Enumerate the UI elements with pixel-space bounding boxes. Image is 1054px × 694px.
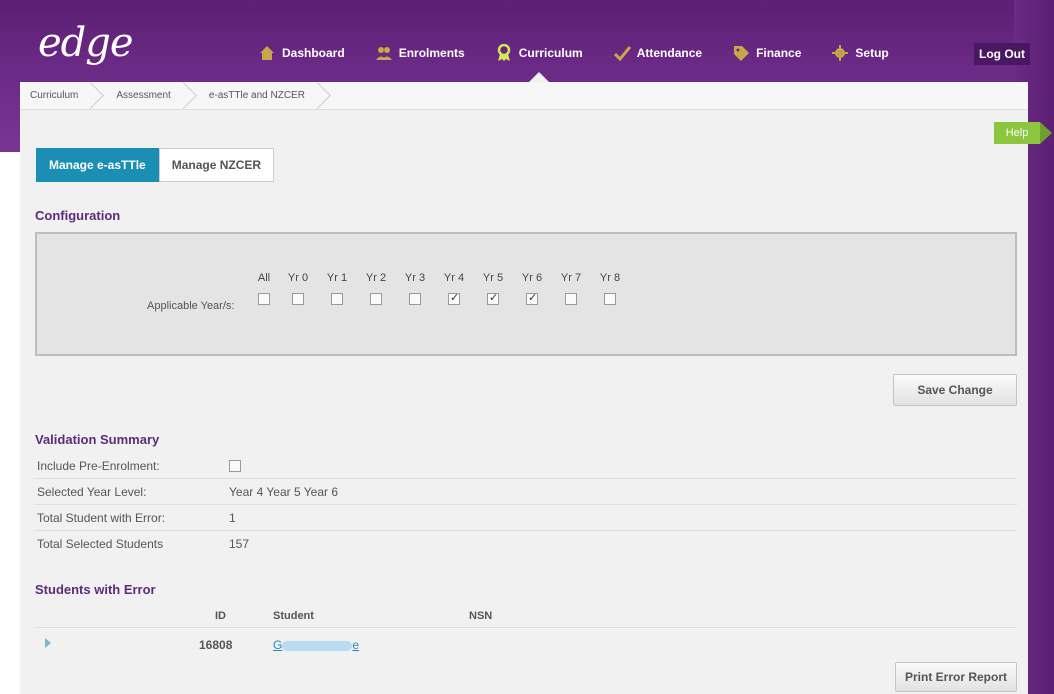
redacted-name [282, 640, 353, 651]
students-with-error-heading: Students with Error [35, 582, 156, 597]
nav-finance-label: Finance [756, 46, 802, 60]
help-tab-tail [1040, 122, 1052, 144]
nav-dashboard[interactable]: Dashboard [258, 38, 345, 68]
year-column: Yr 6 [517, 272, 547, 305]
breadcrumb-label: Curriculum [30, 90, 79, 101]
include-pre-enrolment-row: Include Pre-Enrolment: [35, 453, 1017, 479]
selected-year-label: Selected Year Level: [37, 484, 147, 499]
total-error-value: 1 [229, 510, 236, 525]
column-student: Student [273, 610, 314, 622]
total-error-row: Total Student with Error: 1 [35, 505, 1017, 531]
breadcrumb-item-assessment[interactable]: Assessment [94, 82, 186, 110]
year-label: Yr 3 [404, 272, 426, 284]
people-icon [375, 47, 392, 60]
year-column: Yr 8 [595, 272, 625, 305]
tab-bar: Manage e-asTTle Manage NZCER [36, 148, 275, 182]
nav-enrolments[interactable]: Enrolments [375, 38, 465, 68]
year-label: Yr 2 [365, 272, 387, 284]
year-column: Yr 0 [283, 272, 313, 305]
year-label: Yr 7 [560, 272, 582, 284]
tab-manage-easttle[interactable]: Manage e-asTTle [36, 148, 159, 182]
error-table-header: ID Student NSN [35, 602, 1017, 628]
year-checkbox[interactable] [565, 292, 577, 305]
gear-icon [832, 45, 849, 61]
student-last-letter: e [352, 638, 360, 652]
total-selected-value: 157 [229, 537, 250, 551]
year-checkbox[interactable] [292, 292, 304, 305]
table-row: 16808 Ge [35, 632, 1017, 660]
nav-attendance[interactable]: Attendance [613, 38, 702, 68]
save-change-button[interactable]: Save Change [893, 374, 1017, 406]
year-checkbox[interactable] [487, 291, 499, 305]
column-id: ID [215, 610, 226, 622]
row-id: 16808 [199, 638, 233, 652]
year-column: Yr 7 [556, 272, 586, 305]
include-pre-enrolment-label: Include Pre-Enrolment: [37, 458, 160, 473]
print-error-report-button[interactable]: Print Error Report [895, 662, 1017, 692]
year-label: Yr 1 [326, 272, 348, 284]
student-first-initial: G [273, 638, 283, 652]
nav-dashboard-label: Dashboard [282, 46, 345, 60]
breadcrumb-label: e-asTTle and NZCER [208, 90, 305, 101]
year-checkbox[interactable] [604, 292, 616, 305]
nav-attendance-label: Attendance [636, 46, 703, 60]
year-column: Yr 5 [478, 272, 508, 305]
total-selected-label: Total Selected Students [37, 537, 164, 551]
checkmark-icon [613, 46, 631, 62]
tab-manage-nzcer[interactable]: Manage NZCER [158, 148, 275, 182]
nav-enrolments-label: Enrolments [398, 46, 465, 60]
total-selected-row: Total Selected Students 157 [35, 531, 1017, 557]
help-button[interactable]: Help [994, 122, 1040, 144]
edge-logo[interactable]: edge [38, 20, 134, 66]
year-label: Yr 0 [287, 272, 309, 284]
expand-row-icon[interactable] [45, 638, 51, 648]
year-column: Yr 4 [439, 272, 469, 305]
include-pre-enrolment-checkbox[interactable] [229, 459, 241, 472]
selected-year-value: Year 4 Year 5 Year 6 [229, 484, 338, 499]
nav-setup-label: Setup [855, 46, 889, 60]
student-link[interactable]: Ge [273, 638, 359, 652]
breadcrumb: Curriculum Assessment e-asTTle and NZCER [20, 82, 1028, 110]
year-checkbox[interactable] [409, 292, 421, 305]
home-icon [260, 46, 274, 60]
year-label: Yr 6 [521, 272, 543, 284]
selected-year-row: Selected Year Level: Year 4 Year 5 Year … [35, 479, 1017, 505]
year-column: Yr 1 [322, 272, 352, 305]
year-checkbox[interactable] [526, 291, 538, 305]
breadcrumb-label: Assessment [116, 90, 171, 101]
tag-icon [734, 46, 750, 61]
nav-curriculum[interactable]: Curriculum [495, 38, 583, 82]
nav-finance[interactable]: Finance [732, 38, 801, 68]
main-nav: Dashboard Enrolments Curriculum Attendan… [258, 38, 919, 82]
logout-button[interactable]: Log Out [974, 43, 1030, 65]
configuration-box: Applicable Year/s: All Yr 0 Yr 1 Yr 2 Yr 3 Yr… [35, 232, 1017, 356]
award-icon [497, 44, 510, 61]
breadcrumb-item-easttle[interactable]: e-asTTle and NZCER [187, 82, 321, 110]
column-nsn: NSN [469, 610, 493, 622]
year-checkbox[interactable] [258, 292, 270, 305]
year-label: Yr 4 [443, 272, 465, 284]
configuration-heading: Configuration [35, 208, 121, 223]
year-label: All [257, 272, 271, 284]
year-label: Yr 8 [599, 272, 621, 284]
year-label: Yr 5 [482, 272, 504, 284]
year-checkbox[interactable] [370, 292, 382, 305]
breadcrumb-item-curriculum[interactable]: Curriculum [20, 82, 94, 110]
applicable-years-label: Applicable Year/s: [147, 300, 235, 312]
year-checkbox[interactable] [331, 292, 343, 305]
total-error-label: Total Student with Error: [37, 510, 166, 525]
validation-summary-heading: Validation Summary [35, 432, 160, 447]
year-column: Yr 3 [400, 272, 430, 305]
year-checkbox[interactable] [448, 291, 460, 305]
nav-setup[interactable]: Setup [831, 38, 889, 68]
year-column: All [249, 272, 279, 305]
nav-curriculum-label: Curriculum [518, 46, 583, 60]
year-column: Yr 2 [361, 272, 391, 305]
